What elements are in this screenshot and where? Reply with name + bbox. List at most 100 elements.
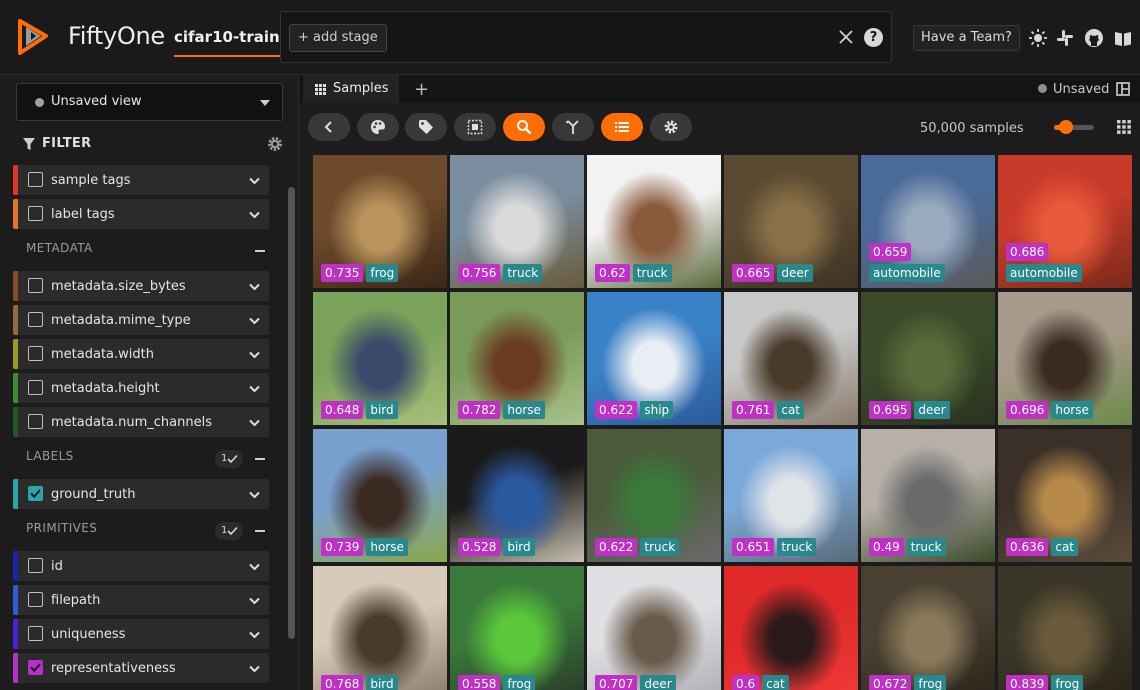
- sample-tile[interactable]: 0.648 bird: [313, 292, 447, 425]
- collapse-icon[interactable]: [255, 530, 265, 532]
- section-labels[interactable]: LABELS 1: [26, 449, 269, 469]
- sample-tile[interactable]: 0.696 horse: [998, 292, 1132, 425]
- chevron-down-icon[interactable]: [248, 628, 261, 641]
- fiftyone-logo-icon[interactable]: [14, 17, 54, 57]
- section-primitives[interactable]: PRIMITIVES 1: [26, 521, 269, 541]
- view-stage-bar[interactable]: + add stage ?: [280, 11, 892, 63]
- github-icon[interactable]: [1084, 28, 1104, 48]
- filter-row-width[interactable]: metadata.width: [13, 339, 269, 369]
- chevron-down-icon[interactable]: [248, 594, 261, 607]
- chevron-down-icon[interactable]: [248, 662, 261, 675]
- filter-row-sample-tags[interactable]: sample tags: [13, 165, 269, 195]
- filter-row-label-tags[interactable]: label tags: [13, 199, 269, 229]
- sample-tile[interactable]: 0.622 truck: [587, 429, 721, 562]
- section-metadata[interactable]: METADATA: [26, 241, 269, 261]
- zoom-slider-handle[interactable]: [1059, 120, 1073, 134]
- add-panel-button[interactable]: +: [414, 79, 429, 100]
- sample-tile[interactable]: 0.695 deer: [861, 292, 995, 425]
- filter-row-num-channels[interactable]: metadata.num_channels: [13, 407, 269, 437]
- sample-tile[interactable]: 0.686 automobile: [998, 155, 1132, 288]
- filter-row-uniqueness[interactable]: uniqueness: [13, 619, 269, 649]
- checkbox[interactable]: [28, 558, 43, 573]
- filter-row-filepath[interactable]: filepath: [13, 585, 269, 615]
- header: FiftyOne cifar10-train + add stage ? Hav…: [0, 0, 1140, 75]
- sample-tile[interactable]: 0.707 deer: [587, 566, 721, 690]
- similarity-search-button[interactable]: [503, 113, 545, 141]
- checkbox-checked[interactable]: [27, 659, 43, 675]
- sample-tile[interactable]: 0.782 horse: [450, 292, 584, 425]
- checkbox[interactable]: [28, 346, 43, 361]
- add-stage-button[interactable]: + add stage: [289, 24, 387, 52]
- filter-row-mime-type[interactable]: metadata.mime_type: [13, 305, 269, 335]
- sample-tile[interactable]: 0.735 frog: [313, 155, 447, 288]
- chevron-down-icon[interactable]: [248, 560, 261, 573]
- tag-button[interactable]: [405, 113, 447, 141]
- filter-row-id[interactable]: id: [13, 551, 269, 581]
- chevron-down-icon[interactable]: [248, 488, 261, 501]
- checkbox[interactable]: [28, 312, 43, 327]
- checkbox[interactable]: [28, 278, 43, 293]
- sample-tile[interactable]: 0.672 frog: [861, 566, 995, 690]
- sample-tile[interactable]: 0.659 automobile: [861, 155, 995, 288]
- sample-tile[interactable]: 0.665 deer: [724, 155, 858, 288]
- sample-labels: 0.735 frog: [321, 264, 447, 282]
- clear-stages-icon[interactable]: [837, 28, 855, 46]
- zoom-slider[interactable]: [1054, 120, 1094, 134]
- sample-tile[interactable]: 0.528 bird: [450, 429, 584, 562]
- chevron-down-icon[interactable]: [248, 416, 261, 429]
- split-layout-icon[interactable]: [1116, 82, 1130, 96]
- sample-tile[interactable]: 0.49 truck: [861, 429, 995, 562]
- sample-tile[interactable]: 0.739 horse: [313, 429, 447, 562]
- have-a-team-button[interactable]: Have a Team?: [913, 25, 1020, 51]
- sidebar-scrollbar[interactable]: [288, 187, 295, 639]
- tab-samples[interactable]: Samples: [303, 75, 399, 103]
- book-icon[interactable]: [1113, 28, 1133, 48]
- dataset-selector[interactable]: cifar10-train: [174, 28, 280, 57]
- sample-tile[interactable]: 0.651 truck: [724, 429, 858, 562]
- check-icon: [227, 526, 238, 536]
- filter-header: FILTER: [22, 133, 284, 155]
- checkbox[interactable]: [28, 592, 43, 607]
- checkbox-checked[interactable]: [27, 485, 43, 501]
- color-scheme-button[interactable]: [357, 113, 399, 141]
- checkbox[interactable]: [28, 414, 43, 429]
- sort-list-button[interactable]: [601, 113, 643, 141]
- chevron-down-icon[interactable]: [248, 382, 261, 395]
- slack-icon[interactable]: [1055, 28, 1075, 48]
- filter-row-size-bytes[interactable]: metadata.size_bytes: [13, 271, 269, 301]
- sample-tile[interactable]: 0.636 cat: [998, 429, 1132, 562]
- chevron-down-icon[interactable]: [248, 280, 261, 293]
- checkbox[interactable]: [28, 626, 43, 641]
- select-patches-button[interactable]: [454, 113, 496, 141]
- filter-row-ground-truth[interactable]: ground_truth: [13, 479, 269, 509]
- sun-icon[interactable]: [1028, 28, 1048, 48]
- filter-row-height[interactable]: metadata.height: [13, 373, 269, 403]
- filter-row-representativeness[interactable]: representativeness: [13, 653, 269, 683]
- checkbox[interactable]: [28, 172, 43, 187]
- sample-tile[interactable]: 0.62 truck: [587, 155, 721, 288]
- sample-labels: 0.761 cat: [732, 401, 858, 419]
- help-icon[interactable]: ?: [864, 28, 883, 47]
- sample-tile[interactable]: 0.558 frog: [450, 566, 584, 690]
- sample-tile[interactable]: 0.622 ship: [587, 292, 721, 425]
- collapse-icon[interactable]: [255, 250, 265, 252]
- row-label: metadata.mime_type: [51, 313, 191, 328]
- grid-settings-button[interactable]: [650, 113, 692, 141]
- chevron-down-icon[interactable]: [248, 208, 261, 221]
- group-by-button[interactable]: [552, 113, 594, 141]
- sample-tile[interactable]: 0.761 cat: [724, 292, 858, 425]
- gear-icon[interactable]: [266, 135, 284, 153]
- view-select[interactable]: Unsaved view: [16, 83, 283, 121]
- checkbox[interactable]: [28, 380, 43, 395]
- sample-tile[interactable]: 0.756 truck: [450, 155, 584, 288]
- back-button[interactable]: [308, 113, 350, 141]
- chevron-down-icon[interactable]: [248, 348, 261, 361]
- sample-tile[interactable]: 0.839 frog: [998, 566, 1132, 690]
- grid-size-icon[interactable]: [1117, 120, 1131, 134]
- sample-tile[interactable]: 0.768 bird: [313, 566, 447, 690]
- chevron-down-icon[interactable]: [248, 174, 261, 187]
- sample-tile[interactable]: 0.6 cat: [724, 566, 858, 690]
- collapse-icon[interactable]: [255, 458, 265, 460]
- chevron-down-icon[interactable]: [248, 314, 261, 327]
- checkbox[interactable]: [28, 206, 43, 221]
